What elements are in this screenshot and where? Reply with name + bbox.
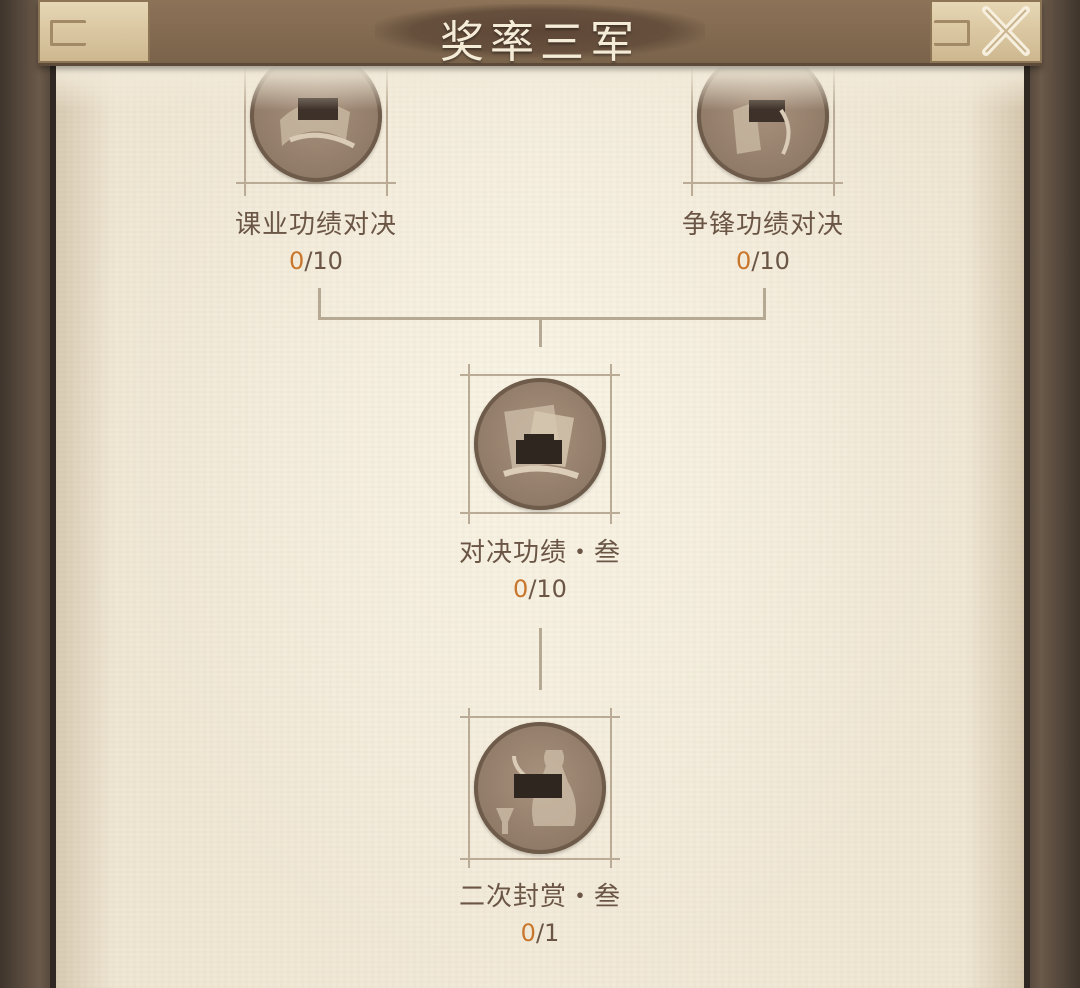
right-frame	[1024, 0, 1080, 988]
progress-total: /10	[528, 575, 567, 603]
page-title: 奖率三军	[440, 17, 640, 68]
connector-center-vertical	[539, 317, 542, 347]
title-bar: 奖率三军	[38, 0, 1042, 68]
connector-right-vertical	[763, 288, 766, 320]
left-frame	[0, 0, 56, 988]
panel-border-left	[50, 60, 56, 988]
task-node[interactable]: 二次封赏・叁 0/1	[455, 708, 625, 947]
node-label: 二次封赏・叁	[458, 882, 621, 912]
close-button[interactable]	[974, 2, 1036, 60]
node-label: 争锋功绩对决	[681, 210, 844, 240]
node-progress: 0/1	[455, 919, 625, 947]
fret-pattern-icon	[50, 20, 86, 46]
fret-pattern-icon	[934, 20, 970, 46]
progress-current: 0	[513, 575, 529, 603]
scroll-fade	[56, 66, 1024, 110]
node-progress: 0/10	[678, 247, 848, 275]
progress-current: 0	[289, 247, 305, 275]
connector-horizontal	[318, 317, 766, 320]
panel-border-right	[1024, 60, 1030, 988]
progress-total: /1	[535, 919, 560, 947]
progress-current: 0	[736, 247, 752, 275]
documents-icon	[474, 378, 606, 510]
wine-jug-icon	[474, 722, 606, 854]
node-label: 对决功绩・叁	[458, 538, 621, 568]
connector-lower-vertical	[539, 628, 542, 690]
task-node[interactable]: 对决功绩・叁 0/10	[455, 364, 625, 603]
progress-total: /10	[751, 247, 790, 275]
close-icon	[982, 6, 1030, 56]
node-progress: 0/10	[231, 247, 401, 275]
progress-current: 0	[520, 919, 536, 947]
title-cap-left	[38, 0, 150, 63]
node-label: 课业功绩对决	[234, 210, 397, 240]
node-progress: 0/10	[455, 575, 625, 603]
progress-total: /10	[304, 247, 343, 275]
connector-left-vertical	[318, 288, 321, 320]
